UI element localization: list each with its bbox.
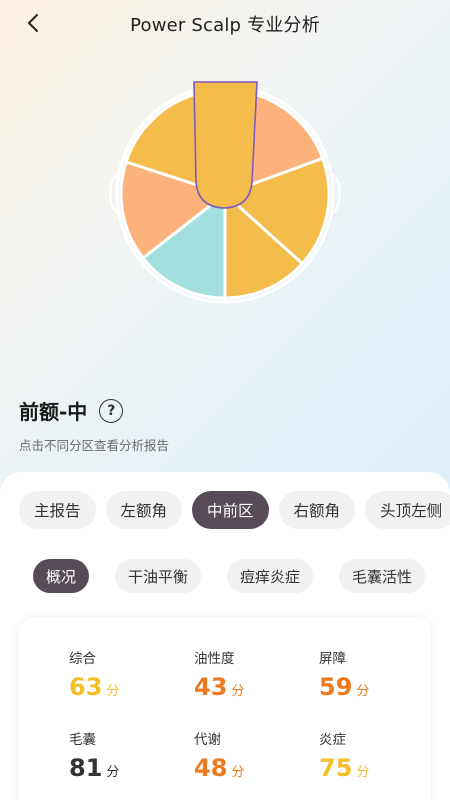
score-label: 毛囊	[69, 732, 96, 748]
help-icon[interactable]: ?	[99, 398, 124, 423]
score-metabolism: 代谢 48 分	[194, 728, 304, 782]
score-unit: 分	[106, 765, 120, 780]
score-oiliness: 油性度 43 分	[194, 647, 304, 701]
score-unit: 分	[231, 765, 245, 780]
score-label: 代谢	[194, 732, 221, 748]
region-hint: 点击不同分区查看分析报告	[19, 438, 170, 453]
tab-oil-balance[interactable]: 干油平衡	[115, 559, 202, 593]
page-title: Power Scalp 专业分析	[130, 15, 320, 36]
zone-tab-right-forehead-corner[interactable]: 右额角	[278, 491, 356, 529]
score-value: 75	[319, 754, 353, 782]
scalp-map	[100, 70, 350, 310]
zone-tabs: 主报告 左额角 中前区 右额角 头顶左侧	[19, 491, 450, 529]
score-value: 43	[194, 673, 228, 701]
score-line: 81 分	[69, 754, 179, 782]
zone-tab-center-front[interactable]: 中前区	[192, 491, 269, 529]
region-info: 前额-中 ? 点击不同分区查看分析报告	[19, 396, 169, 454]
score-line: 59 分	[319, 673, 429, 701]
zone-tab-main-report[interactable]: 主报告	[19, 491, 96, 529]
score-line: 63 分	[69, 673, 179, 701]
tab-itch-inflammation[interactable]: 痘痒炎症	[227, 559, 314, 593]
zone-tab-crown-left[interactable]: 头顶左侧	[365, 491, 450, 529]
score-line: 75 分	[319, 754, 429, 782]
score-label: 油性度	[194, 651, 235, 667]
score-inflammation: 炎症 75 分	[319, 728, 429, 782]
score-unit: 分	[231, 684, 245, 699]
tab-follicle-activity[interactable]: 毛囊活性	[339, 559, 426, 593]
score-unit: 分	[356, 684, 370, 699]
score-unit: 分	[356, 765, 370, 780]
score-value: 48	[194, 754, 228, 782]
score-follicle: 毛囊 81 分	[69, 728, 179, 782]
score-overall: 综合 63 分	[69, 647, 179, 701]
zone-tab-left-forehead-corner[interactable]: 左额角	[105, 491, 183, 529]
score-value: 63	[69, 673, 103, 701]
score-card: 综合 63 分 油性度 43 分 屏障 59 分 毛囊 81 分 代谢 48 分…	[19, 617, 431, 800]
score-value: 59	[319, 673, 353, 701]
analysis-tabs: 概况 干油平衡 痘痒炎症 毛囊活性	[33, 559, 430, 593]
score-unit: 分	[106, 684, 120, 699]
report-panel: 主报告 左额角 中前区 右额角 头顶左侧 概况 干油平衡 痘痒炎症 毛囊活性 综…	[0, 472, 450, 800]
score-label: 综合	[69, 651, 96, 667]
score-label: 屏障	[319, 651, 346, 667]
score-barrier: 屏障 59 分	[319, 647, 429, 701]
tab-overview[interactable]: 概况	[33, 559, 90, 593]
score-label: 炎症	[319, 732, 346, 748]
score-line: 43 分	[194, 673, 304, 701]
score-value: 81	[69, 754, 103, 782]
score-line: 48 分	[194, 754, 304, 782]
region-title: 前额-中	[19, 400, 88, 424]
scalp-region-front-center[interactable]	[193, 81, 258, 209]
app-header: Power Scalp 专业分析	[0, 0, 450, 48]
